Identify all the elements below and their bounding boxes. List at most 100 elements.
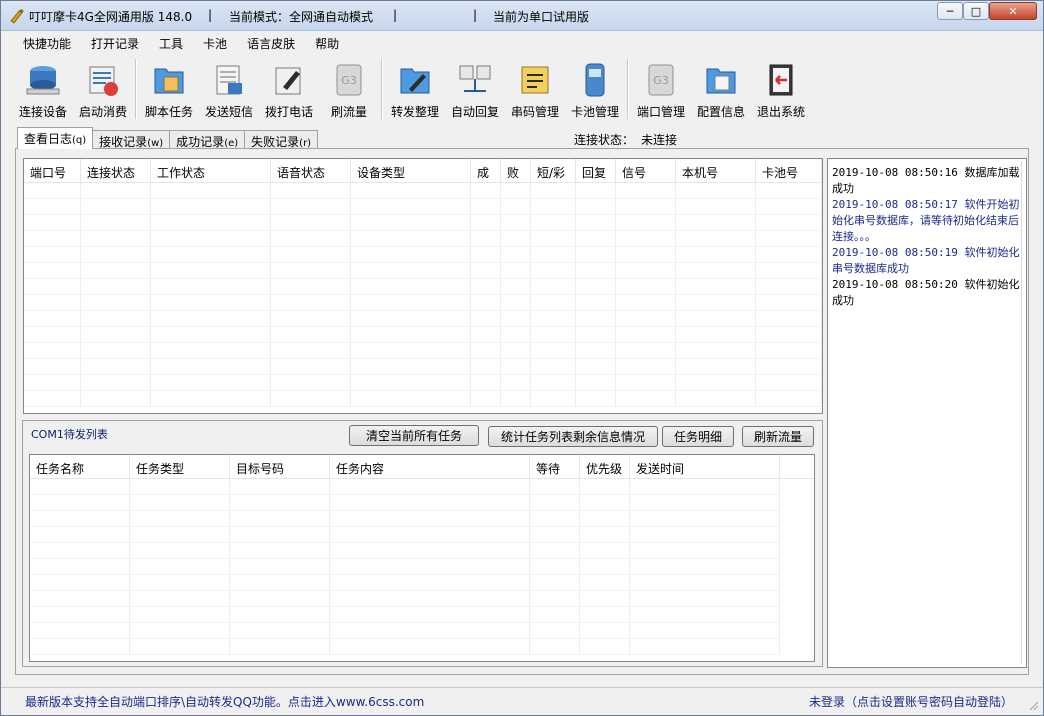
table-row[interactable]	[30, 575, 814, 591]
title-separator: |	[393, 8, 398, 22]
table-row[interactable]	[24, 327, 822, 343]
table-row[interactable]	[30, 623, 814, 639]
table-row[interactable]	[24, 247, 822, 263]
table-row[interactable]	[24, 343, 822, 359]
toolbar-refresh-traffic-button[interactable]: G3 刷流量	[319, 57, 379, 121]
toolbar-send-sms-button[interactable]: 发送短信	[199, 57, 259, 121]
column-header[interactable]: 目标号码	[230, 455, 330, 478]
toolbar-label: 串码管理	[510, 105, 559, 119]
column-header[interactable]: 卡池号	[756, 159, 822, 182]
table-row[interactable]	[30, 591, 814, 607]
toolbar-connect-device-button[interactable]: 连接设备	[13, 57, 73, 121]
table-row[interactable]	[24, 295, 822, 311]
table-row[interactable]	[24, 375, 822, 391]
column-header[interactable]: 发送时间	[630, 455, 780, 478]
minimize-button[interactable]: ─	[937, 2, 963, 20]
toolbar-script-task-button[interactable]: 脚本任务	[139, 57, 199, 121]
table-row[interactable]	[30, 511, 814, 527]
menu-language-skin[interactable]: 语言皮肤	[237, 32, 305, 54]
table-row[interactable]	[30, 639, 814, 655]
menu-card-pool[interactable]: 卡池	[193, 32, 237, 54]
column-header[interactable]: 信号	[616, 159, 676, 182]
column-header[interactable]: 回复	[576, 159, 616, 182]
task-details-button[interactable]: 任务明细	[662, 426, 734, 447]
column-header[interactable]: 短/彩	[531, 159, 576, 182]
menu-quick[interactable]: 快捷功能	[13, 32, 81, 54]
column-header[interactable]: 端口号	[24, 159, 81, 182]
maximize-button[interactable]: □	[963, 2, 989, 20]
menu-open-records[interactable]: 打开记录	[81, 32, 149, 54]
table-row[interactable]	[24, 263, 822, 279]
table-cell	[30, 511, 130, 527]
resize-grip-icon[interactable]	[1027, 699, 1039, 711]
refresh-traffic-button[interactable]: 刷新流量	[742, 426, 814, 447]
table-row[interactable]	[24, 279, 822, 295]
column-header[interactable]: 成	[471, 159, 501, 182]
column-header[interactable]: 任务类型	[130, 455, 230, 478]
log-panel[interactable]: 2019-10-08 08:50:16 数据库加载成功 2019-10-08 0…	[827, 158, 1027, 668]
table-cell	[576, 199, 616, 215]
column-header[interactable]: 本机号	[676, 159, 756, 182]
toolbar-forward-button[interactable]: 转发整理	[385, 57, 445, 121]
login-status-link[interactable]: 未登录（点击设置账号密码自动登陆）	[809, 693, 1013, 710]
tab-view-log[interactable]: 查看日志(q)	[17, 127, 94, 149]
column-header[interactable]: 任务内容	[330, 455, 530, 478]
table-row[interactable]	[24, 183, 822, 199]
table-row[interactable]	[24, 231, 822, 247]
column-header[interactable]: 连接状态	[81, 159, 151, 182]
table-row[interactable]	[24, 215, 822, 231]
table-cell	[351, 359, 471, 375]
table-row[interactable]	[30, 559, 814, 575]
tab-success-records[interactable]: 成功记录(e)	[169, 130, 246, 149]
task-stats-button[interactable]: 统计任务列表剩余信息情况	[488, 426, 658, 447]
table-row[interactable]	[30, 607, 814, 623]
toolbar-start-consume-button[interactable]: 启动消费	[73, 57, 133, 121]
port-table[interactable]: 端口号 连接状态 工作状态 语音状态 设备类型 成 败 短/彩 回复 信号 本机…	[23, 158, 823, 414]
table-row[interactable]	[24, 199, 822, 215]
menu-help[interactable]: 帮助	[305, 32, 349, 54]
table-cell	[81, 199, 151, 215]
column-header[interactable]: 败	[501, 159, 531, 182]
toolbar-serial-manage-button[interactable]: 串码管理	[505, 57, 565, 121]
clear-all-tasks-button[interactable]: 清空当前所有任务	[349, 425, 479, 446]
table-cell	[351, 231, 471, 247]
column-header[interactable]: 优先级	[580, 455, 630, 478]
table-row[interactable]	[24, 311, 822, 327]
column-header[interactable]: 设备类型	[351, 159, 471, 182]
column-header[interactable]: 工作状态	[151, 159, 271, 182]
table-cell	[676, 263, 756, 279]
task-table[interactable]: 任务名称 任务类型 目标号码 任务内容 等待 优先级 发送时间	[29, 454, 815, 662]
update-link[interactable]: 最新版本支持全自动端口排序\自动转发QQ功能。点击进入www.6css.com	[25, 693, 424, 710]
table-cell	[230, 591, 330, 607]
table-row[interactable]	[30, 527, 814, 543]
svg-text:G3: G3	[653, 74, 669, 87]
column-header[interactable]: 任务名称	[30, 455, 130, 478]
column-header[interactable]: 等待	[530, 455, 580, 478]
table-row[interactable]	[24, 359, 822, 375]
table-cell	[616, 279, 676, 295]
table-cell	[756, 199, 822, 215]
toolbar-dial-phone-button[interactable]: 拨打电话	[259, 57, 319, 121]
toolbar-exit-button[interactable]: 退出系统	[751, 57, 811, 121]
table-cell	[530, 511, 580, 527]
table-row[interactable]	[30, 543, 814, 559]
close-button[interactable]: ✕	[989, 2, 1037, 20]
table-cell	[756, 327, 822, 343]
toolbar-auto-reply-button[interactable]: 自动回复	[445, 57, 505, 121]
tab-failure-records[interactable]: 失败记录(r)	[244, 130, 319, 149]
table-cell	[30, 479, 130, 495]
toolbar-label: 退出系统	[756, 105, 805, 119]
toolbar-config-button[interactable]: 配置信息	[691, 57, 751, 121]
title-bar[interactable]: 叮叮摩卡4G全网通用版 148.0 | 当前模式：全网通自动模式 | | 当前为…	[1, 1, 1043, 31]
table-row[interactable]	[30, 495, 814, 511]
tab-label: 成功记录	[176, 135, 225, 149]
column-header[interactable]: 语音状态	[271, 159, 351, 182]
connection-status-label: 连接状态：	[574, 133, 635, 147]
log-scrollbar[interactable]	[1021, 161, 1025, 665]
toolbar-port-manage-button[interactable]: G3 端口管理	[631, 57, 691, 121]
table-row[interactable]	[30, 479, 814, 495]
tab-receive-records[interactable]: 接收记录(w)	[92, 130, 171, 149]
menu-tools[interactable]: 工具	[149, 32, 193, 54]
toolbar-card-pool-button[interactable]: 卡池管理	[565, 57, 625, 121]
table-row[interactable]	[24, 391, 822, 407]
